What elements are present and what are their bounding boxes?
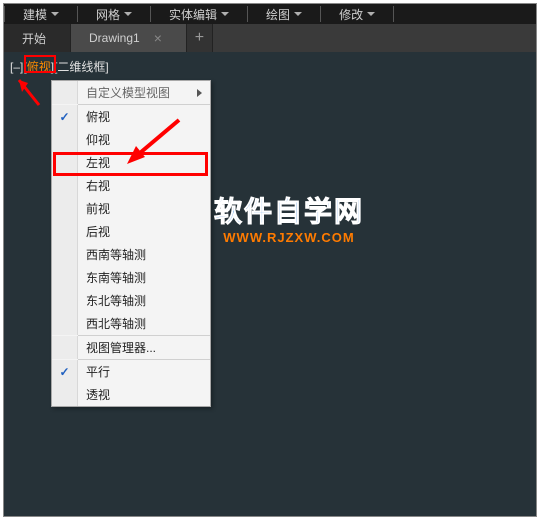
menu-label: 网格 — [96, 6, 120, 23]
menu-label: 实体编辑 — [169, 6, 217, 23]
menu-label: 西南等轴测 — [78, 243, 210, 266]
watermark-title: 软件自学网 — [214, 190, 364, 230]
menu-label: 自定义模型视图 — [78, 81, 210, 104]
gutter: ✓ — [52, 360, 78, 383]
menu-proj-perspective[interactable]: 透视 — [52, 383, 210, 406]
annotation-highlight-viewport — [24, 55, 56, 73]
menu-proj-parallel[interactable]: ✓ 平行 — [52, 360, 210, 383]
tabbar: 开始 Drawing1 × + — [4, 24, 536, 52]
close-icon[interactable]: × — [154, 30, 162, 46]
gutter: ✓ — [52, 105, 78, 128]
chevron-down-icon — [51, 12, 59, 16]
chevron-right-icon — [197, 89, 202, 97]
menu-view-front[interactable]: 前视 — [52, 197, 210, 220]
menu-label: 东南等轴测 — [78, 266, 210, 289]
menu-label: 视图管理器... — [78, 336, 210, 359]
menu-view-nw-iso[interactable]: 西北等轴测 — [52, 312, 210, 335]
menu-view-ne-iso[interactable]: 东北等轴测 — [52, 289, 210, 312]
gutter — [52, 336, 78, 359]
app-frame: 建模 网格 实体编辑 绘图 修改 开始 Drawing1 × + [–][俯视]… — [3, 3, 537, 517]
menu-label: 东北等轴测 — [78, 289, 210, 312]
menu-view-sw-iso[interactable]: 西南等轴测 — [52, 243, 210, 266]
menu-label: 平行 — [78, 360, 210, 383]
chevron-down-icon — [294, 12, 302, 16]
menubar: 建模 网格 实体编辑 绘图 修改 — [4, 4, 536, 24]
gutter — [52, 289, 78, 312]
gutter — [52, 266, 78, 289]
gutter — [52, 220, 78, 243]
chevron-down-icon — [367, 12, 375, 16]
menu-label: 后视 — [78, 220, 210, 243]
tab-add-button[interactable]: + — [187, 24, 213, 52]
tab-label: Drawing1 — [89, 31, 140, 45]
drawing-canvas[interactable]: [–][俯视][二维线框] 自定义模型视图 ✓俯视 仰视 左视 右视 前视 后视… — [4, 52, 536, 516]
menu-label: 右视 — [78, 174, 210, 197]
gutter — [52, 383, 78, 406]
menu-view-manager[interactable]: 视图管理器... — [52, 336, 210, 359]
watermark-url: WWW.RJZXW.COM — [214, 230, 364, 245]
gutter — [52, 243, 78, 266]
menu-label: 透视 — [78, 383, 210, 406]
menu-view-right[interactable]: 右视 — [52, 174, 210, 197]
menu-label: 修改 — [339, 6, 363, 23]
menu-custom-views[interactable]: 自定义模型视图 — [52, 81, 210, 104]
viewport-suffix: ][二维线框] — [51, 60, 109, 74]
tab-label: 开始 — [22, 30, 46, 47]
menu-label: 西北等轴测 — [78, 312, 210, 335]
annotation-arrow-small — [4, 70, 44, 110]
menu-view-back[interactable]: 后视 — [52, 220, 210, 243]
watermark: 软件自学网 WWW.RJZXW.COM — [214, 190, 364, 245]
menu-draw[interactable]: 绘图 — [248, 4, 320, 24]
gutter — [52, 197, 78, 220]
check-icon: ✓ — [59, 110, 69, 124]
gutter — [52, 81, 78, 104]
tab-drawing[interactable]: Drawing1 × — [71, 24, 187, 52]
menu-solid-edit[interactable]: 实体编辑 — [151, 4, 247, 24]
annotation-arrow-large — [119, 110, 189, 170]
gutter — [52, 174, 78, 197]
gutter — [52, 312, 78, 335]
separator — [393, 6, 394, 22]
gutter — [52, 128, 78, 151]
menu-label: 建模 — [23, 6, 47, 23]
check-icon: ✓ — [59, 365, 69, 379]
tab-start[interactable]: 开始 — [4, 24, 71, 52]
menu-mesh[interactable]: 网格 — [78, 4, 150, 24]
menu-label: 前视 — [78, 197, 210, 220]
menu-modify[interactable]: 修改 — [321, 4, 393, 24]
menu-view-se-iso[interactable]: 东南等轴测 — [52, 266, 210, 289]
menu-label: 绘图 — [266, 6, 290, 23]
chevron-down-icon — [221, 12, 229, 16]
chevron-down-icon — [124, 12, 132, 16]
menu-modeling[interactable]: 建模 — [5, 4, 77, 24]
